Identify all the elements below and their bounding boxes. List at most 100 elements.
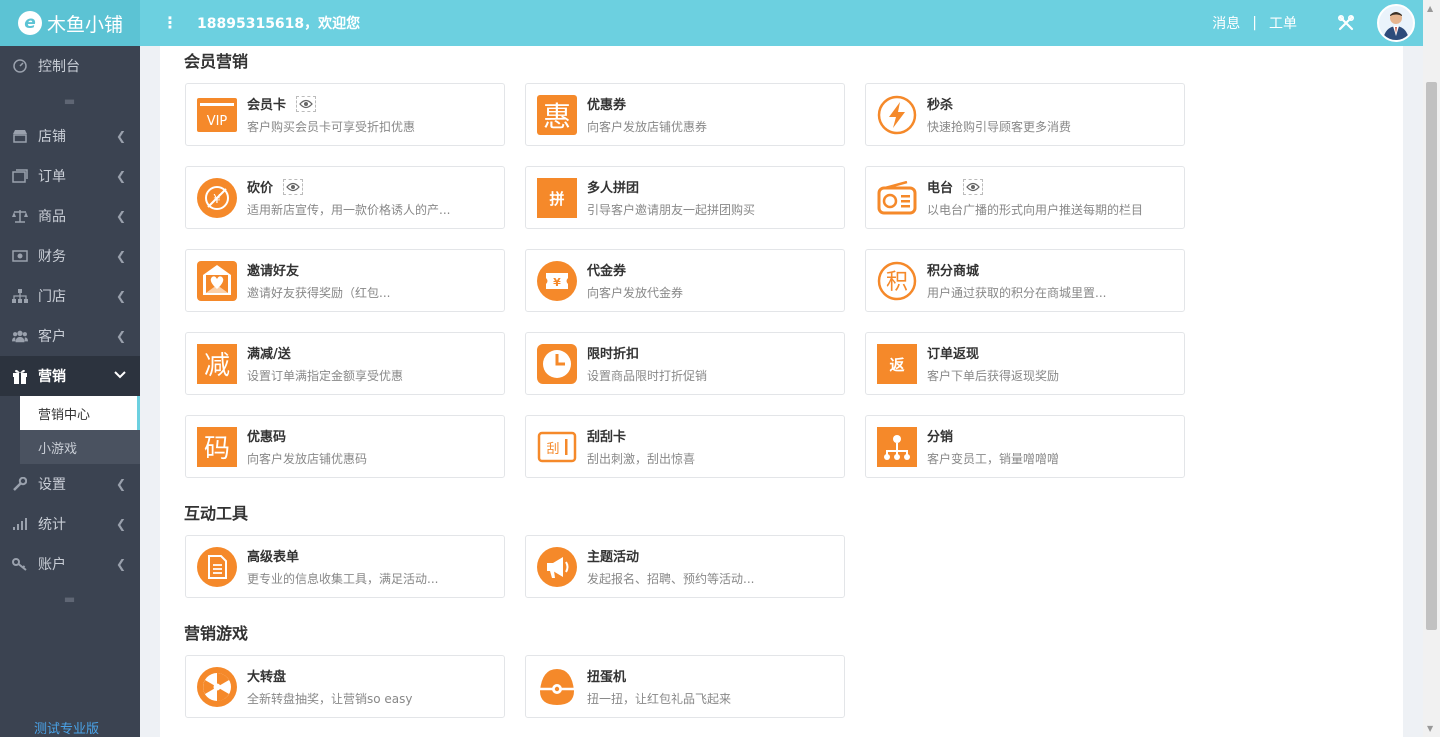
chevron-left-icon: ❮ [115,329,126,343]
card-cashback[interactable]: 返 订单返现 客户下单后获得返现奖励 [865,332,1185,395]
sidebar-item-products[interactable]: 商品 ❮ [0,196,140,236]
chevron-left-icon: ❮ [115,129,126,143]
invite-envelope-icon [197,260,237,301]
card-coupon[interactable]: 惠 优惠券 向客户发放店铺优惠券 [525,83,845,146]
sidebar-item-dashboard[interactable]: 控制台 [0,46,140,86]
card-desc: 用户通过获取的积分在商城里置... [927,286,1107,300]
card-seckill[interactable]: 秒杀 快速抢购引导顾客更多消费 [865,83,1185,146]
vertical-scrollbar[interactable]: ▲ ▼ [1423,0,1440,737]
eye-icon[interactable] [296,95,317,112]
card-desc: 适用新店宣传，用一款价格诱人的产... [247,203,451,217]
coupon-icon: 惠 [537,94,577,135]
sidebar-item-orders[interactable]: 订单 ❮ [0,156,140,196]
svg-text:拼: 拼 [549,190,564,208]
signal-icon [12,516,28,532]
ticket-link[interactable]: 工单 [1269,13,1297,33]
card-group-buy[interactable]: 拼 多人拼团 引导客户邀请朋友一起拼团购买 [525,166,845,229]
card-title: 砍价 [247,181,274,196]
sidebar-subitem-marketing-center[interactable]: 营销中心 [20,396,140,430]
card-title: 大转盘 [247,670,287,685]
card-voucher[interactable]: ¥ 代金券 向客户发放代金券 [525,249,845,312]
gift-icon [12,368,28,384]
card-desc: 刮出刺激，刮出惊喜 [587,452,696,466]
sidebar-item-settings[interactable]: 设置 ❮ [0,464,140,504]
sidebar-subitem-mini-games[interactable]: 小游戏 [20,430,140,464]
sidebar-item-customers[interactable]: 客户 ❮ [0,316,140,356]
card-title: 满减/送 [247,347,291,362]
header-separator: | [1252,15,1257,31]
sidebar-item-marketing[interactable]: 营销 [0,356,140,396]
key-icon [12,556,28,572]
card-full-discount[interactable]: 减 满减/送 设置订单满指定金额享受优惠 [185,332,505,395]
version-link[interactable]: 测试专业版 [34,718,99,737]
promo-code-icon: 码 [197,426,237,467]
scrollbar-thumb[interactable] [1426,82,1437,630]
card-desc: 全新转盘抽奖，让营销so easy [247,692,413,706]
card-desc: 邀请好友获得奖励（红包... [247,286,391,300]
svg-text:惠: 惠 [543,100,571,133]
card-title: 扭蛋机 [587,670,627,685]
brand-logo[interactable]: e 木鱼小铺 [0,0,140,46]
sidebar-divider: ▬ [63,592,77,606]
card-title: 秒杀 [927,98,954,113]
card-desc: 向客户发放代金券 [587,286,684,300]
header-actions: 消息 | 工单 [1212,0,1423,46]
tools-icon[interactable] [1337,14,1355,32]
capsule-egg-icon [537,667,577,707]
order-icon [12,168,28,184]
svg-text:刮: 刮 [546,442,559,457]
sidebar-item-label: 店铺 [38,129,66,145]
card-advanced-form[interactable]: 高级表单 更专业的信息收集工具，满足活动... [185,535,505,598]
card-promo-code[interactable]: 码 优惠码 向客户发放店铺优惠码 [185,415,505,478]
card-desc: 设置订单满指定金额享受优惠 [247,369,404,383]
sidebar-item-finance[interactable]: 财务 ❮ [0,236,140,276]
sidebar-item-label: 营销 [38,369,66,385]
card-title: 刮刮卡 [587,430,627,445]
card-title: 分销 [927,430,954,445]
money-icon [12,248,28,264]
sidebar-item-store[interactable]: 店铺 ❮ [0,116,140,156]
sidebar-item-account[interactable]: 账户 ❮ [0,544,140,584]
chevron-left-icon: ❮ [115,289,126,303]
card-title: 积分商城 [927,264,980,279]
user-avatar[interactable] [1377,4,1415,42]
card-desc: 扭一扭，让红包礼品飞起来 [587,692,732,706]
card-bargain[interactable]: ¥ 砍价 适用新店宣传，用一款价格诱人的产... [185,166,505,229]
sidebar: 控制台 ▬ 店铺 ❮ 订单 ❮ 商品 ❮ 财务 ❮ 门店 ❮ 客户 ❮ 营销 营… [0,46,140,737]
card-desc: 客户下单后获得返现奖励 [927,369,1060,383]
card-capsule-machine[interactable]: 扭蛋机 扭一扭，让红包礼品飞起来 [525,655,845,718]
chevron-left-icon: ❮ [115,169,126,183]
sidebar-item-label: 财务 [38,249,66,265]
scratch-card-icon: 刮 [537,427,577,467]
radio-icon [877,178,917,218]
card-radio[interactable]: 电台 以电台广播的形式向用户推送每期的栏目 [865,166,1185,229]
section-title-member: 会员营销 [184,52,249,71]
messages-link[interactable]: 消息 [1212,13,1240,33]
sidebar-item-branches[interactable]: 门店 ❮ [0,276,140,316]
menu-toggle-icon[interactable]: ⋮ [162,13,178,32]
section-title-games: 营销游戏 [184,624,249,643]
card-distribution[interactable]: 分销 客户变员工，销量噌噌噌 [865,415,1185,478]
scroll-up-icon[interactable]: ▲ [1427,4,1433,13]
eye-icon[interactable] [283,178,304,195]
card-vip[interactable]: VIP 会员卡 客户购买会员卡可享受折扣优惠 [185,83,505,146]
card-theme-event[interactable]: 主题活动 发起报名、招聘、预约等活动... [525,535,845,598]
scroll-down-icon[interactable]: ▼ [1427,724,1433,733]
main-content: 会员营销 VIP 会员卡 客户购买会员卡可享受折扣优惠 惠 优惠券 向客户发放店… [160,46,1403,737]
card-wheel[interactable]: 大转盘 全新转盘抽奖，让营销so easy [185,655,505,718]
card-invite[interactable]: 邀请好友 邀请好友获得奖励（红包... [185,249,505,312]
dashboard-icon [12,58,28,74]
megaphone-icon [537,546,577,587]
voucher-icon: ¥ [537,260,577,301]
card-title: 代金券 [587,264,627,279]
sidebar-item-statistics[interactable]: 统计 ❮ [0,504,140,544]
card-scratch-card[interactable]: 刮 刮刮卡 刮出刺激，刮出惊喜 [525,415,845,478]
chevron-left-icon: ❮ [115,477,126,491]
lightning-icon [877,95,917,135]
wheel-icon [197,666,237,707]
card-points-mall[interactable]: 积 积分商城 用户通过获取的积分在商城里置... [865,249,1185,312]
clock-icon [537,343,577,384]
eye-icon[interactable] [963,178,984,195]
card-title: 主题活动 [587,550,640,565]
card-timed-discount[interactable]: 限时折扣 设置商品限时打折促销 [525,332,845,395]
